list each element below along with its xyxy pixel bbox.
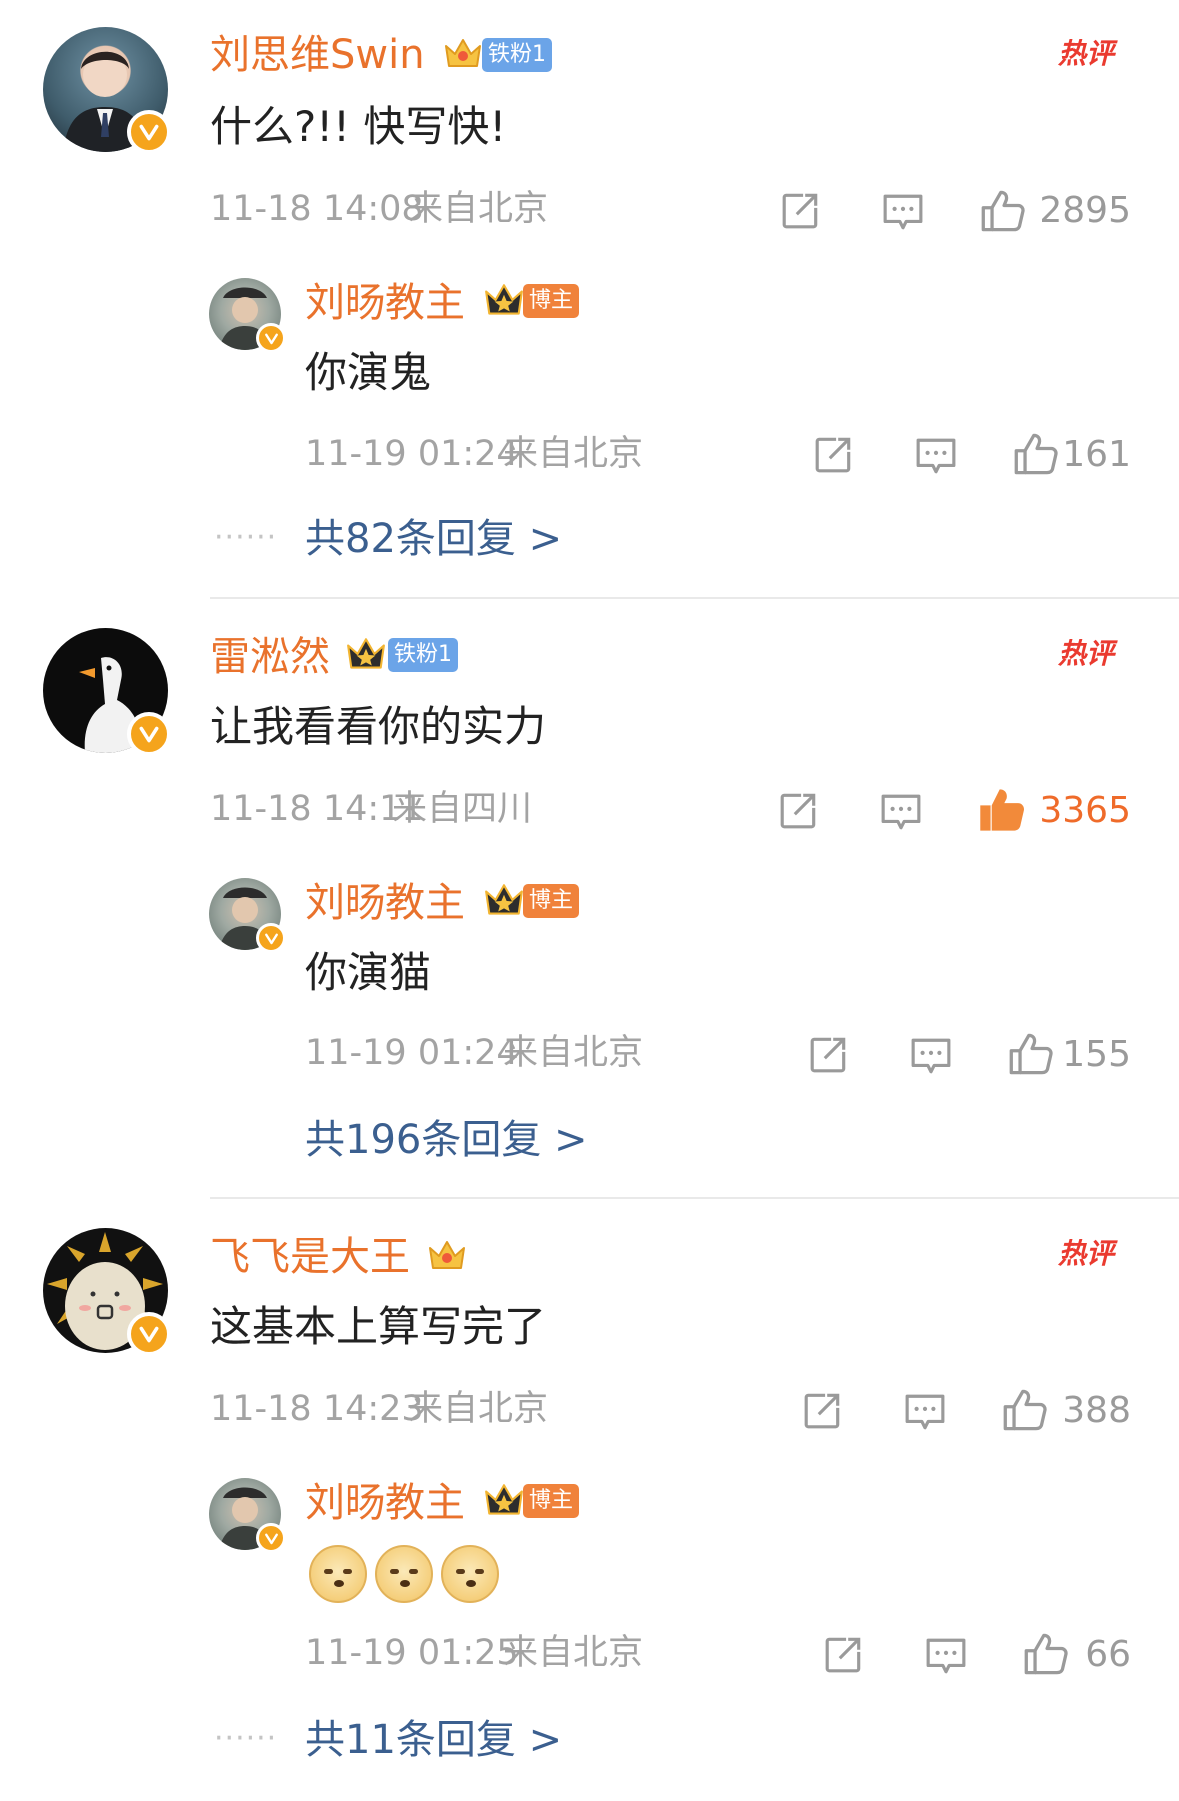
doge-emoji xyxy=(441,1545,499,1603)
reply-username[interactable]: 刘旸教主 xyxy=(305,1483,465,1523)
like-count: 66 xyxy=(1085,1634,1131,1675)
verified-v-icon xyxy=(127,1312,171,1356)
share-icon[interactable] xyxy=(813,433,855,475)
hot-comment-tag: 热评 xyxy=(1058,637,1115,670)
crown-icon xyxy=(483,1481,525,1521)
share-icon[interactable] xyxy=(808,1033,850,1075)
reply-username[interactable]: 刘旸教主 xyxy=(305,883,465,923)
thumbs-up-icon-liked[interactable] xyxy=(978,786,1026,834)
blogger-badge: 博主 xyxy=(523,284,580,318)
reply-location: 来自北京 xyxy=(503,1633,644,1673)
hot-comment-tag: 热评 xyxy=(1058,37,1115,70)
like-count: 2895 xyxy=(1039,190,1131,231)
verified-v-icon xyxy=(256,923,286,953)
crown-icon xyxy=(443,34,483,74)
divider xyxy=(210,1197,1179,1199)
comment-text: 让我看看你的实力 xyxy=(210,702,547,751)
more-replies-link[interactable]: 共196条回复 > xyxy=(305,1120,588,1160)
comment-username[interactable]: 飞飞是大王 xyxy=(210,1237,410,1277)
thumbs-up-icon[interactable] xyxy=(980,188,1026,234)
reply-location: 来自北京 xyxy=(503,434,644,474)
thumbs-up-icon[interactable] xyxy=(1002,1387,1048,1433)
comment-username[interactable]: 刘思维Swin xyxy=(210,35,425,75)
thumbs-up-icon[interactable] xyxy=(1023,1631,1069,1677)
verified-v-icon xyxy=(127,110,171,154)
blogger-badge: 博主 xyxy=(523,884,580,918)
hot-comment-tag: 热评 xyxy=(1058,1237,1115,1270)
doge-emoji xyxy=(375,1545,433,1603)
comment-icon[interactable] xyxy=(904,1391,946,1433)
reply-time: 11-19 01:25 xyxy=(305,1633,519,1673)
comment-text: 这基本上算写完了 xyxy=(210,1302,547,1351)
comment-icon[interactable] xyxy=(880,791,922,833)
verified-v-icon xyxy=(256,1523,286,1553)
divider xyxy=(210,597,1179,599)
fan-badge[interactable]: 铁粉1 xyxy=(482,38,552,72)
crown-icon xyxy=(483,881,525,921)
thumbs-up-icon[interactable] xyxy=(1013,431,1059,477)
reply-time: 11-19 01:24 xyxy=(305,1033,519,1073)
doge-emoji xyxy=(309,1545,367,1603)
share-icon[interactable] xyxy=(823,1633,865,1675)
share-icon[interactable] xyxy=(778,789,820,831)
like-count: 388 xyxy=(1062,1390,1131,1431)
verified-v-icon xyxy=(256,323,286,353)
like-count: 161 xyxy=(1062,434,1131,475)
crown-icon xyxy=(345,635,387,675)
like-count: 155 xyxy=(1062,1034,1131,1075)
comment-text: 什么?!! 快写快! xyxy=(210,102,507,151)
reply-time: 11-19 01:24 xyxy=(305,434,519,474)
comment-icon[interactable] xyxy=(882,191,924,233)
reply-text: 你演鬼 xyxy=(305,348,432,397)
crown-icon xyxy=(427,1236,467,1276)
comment-icon[interactable] xyxy=(915,435,957,477)
more-replies-link[interactable]: 共11条回复 > xyxy=(305,1720,562,1760)
share-icon[interactable] xyxy=(780,189,822,231)
comment-location: 来自四川 xyxy=(392,789,533,829)
fan-badge[interactable]: 铁粉1 xyxy=(388,638,458,672)
reply-text: 你演猫 xyxy=(305,948,432,997)
reply-location: 来自北京 xyxy=(503,1033,644,1073)
comment-icon[interactable] xyxy=(910,1035,952,1077)
comment-icon[interactable] xyxy=(925,1635,967,1677)
share-icon[interactable] xyxy=(802,1389,844,1431)
thumbs-up-icon[interactable] xyxy=(1008,1031,1054,1077)
comment-time: 11-18 14:08 xyxy=(210,189,424,229)
comment-time: 11-18 14:23 xyxy=(210,1389,424,1429)
reply-username[interactable]: 刘旸教主 xyxy=(305,283,465,323)
more-replies-dots: ······ xyxy=(214,520,278,555)
comment-username[interactable]: 雷淞然 xyxy=(210,637,330,677)
verified-v-icon xyxy=(127,712,171,756)
comment-location: 来自北京 xyxy=(408,1389,549,1429)
like-count: 3365 xyxy=(1039,790,1131,831)
blogger-badge: 博主 xyxy=(523,1484,580,1518)
more-replies-link[interactable]: 共82条回复 > xyxy=(305,519,562,559)
comment-location: 来自北京 xyxy=(408,189,549,229)
more-replies-dots: ······ xyxy=(214,1721,278,1756)
crown-icon xyxy=(483,281,525,321)
